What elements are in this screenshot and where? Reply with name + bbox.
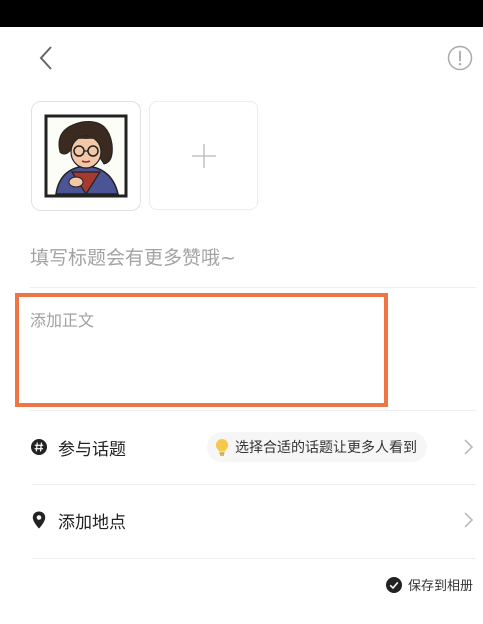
add-image-button[interactable] — [149, 101, 258, 210]
plus-icon — [191, 143, 216, 168]
body-divider — [30, 410, 476, 411]
topic-suggestion-chip[interactable]: 选择合适的话题让更多人看到 — [207, 432, 427, 462]
back-button[interactable] — [34, 42, 58, 74]
topic-chevron-right-icon — [464, 439, 474, 455]
map-pin-icon — [30, 511, 48, 529]
topic-tip-text: 选择合适的话题让更多人看到 — [235, 440, 417, 456]
title-divider — [30, 287, 476, 288]
lightbulb-icon — [215, 438, 229, 456]
hash-icon — [30, 438, 48, 456]
location-divider — [32, 558, 476, 559]
body-highlight-frame — [15, 293, 388, 407]
check-circle-icon — [385, 576, 402, 593]
chevron-left-icon — [39, 46, 52, 70]
save-to-album-label: 保存到相册 — [407, 579, 473, 594]
info-button[interactable] — [447, 45, 473, 71]
exclamation-circle-icon — [447, 45, 473, 71]
status-bar — [0, 0, 483, 27]
topic-divider — [32, 484, 476, 485]
topic-label: 参与话题 — [58, 439, 126, 460]
save-to-album-toggle[interactable]: 保存到相册 — [385, 575, 473, 594]
title-input[interactable] — [30, 240, 470, 276]
cartoon-woman-image — [44, 114, 128, 198]
location-label: 添加地点 — [58, 512, 126, 533]
location-chevron-right-icon — [464, 512, 474, 528]
image-thumbnail[interactable] — [31, 101, 141, 211]
location-row[interactable]: 添加地点 — [30, 498, 476, 542]
